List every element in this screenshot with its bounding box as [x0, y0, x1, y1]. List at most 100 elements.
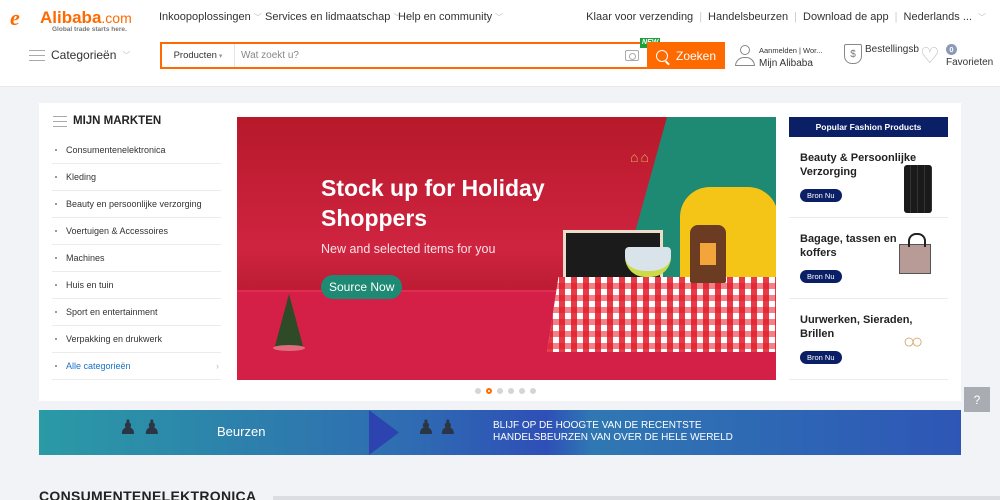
handbag-image — [899, 233, 931, 274]
market-item[interactable]: Consumentenelektronica — [52, 137, 221, 164]
fashion-item[interactable]: Bagage, tassen en koffers Bron Nu — [789, 218, 948, 299]
market-item[interactable]: Kleding — [52, 164, 221, 191]
market-item[interactable]: Verpakking en drukwerk — [52, 326, 221, 353]
chevron-right-icon — [369, 410, 399, 455]
market-label: Voertuigen & Accessoires — [66, 226, 169, 236]
bron-nu-button[interactable]: Bron Nu — [800, 189, 842, 202]
carousel-dots — [475, 388, 536, 394]
feedback-icon: ? — [973, 392, 981, 407]
carousel-dot[interactable] — [475, 388, 481, 394]
source-now-button[interactable]: Source Now — [321, 275, 403, 299]
popular-fashion-panel: Popular Fashion Products Beauty & Persoo… — [789, 117, 948, 380]
signin-link[interactable]: Aanmelden | Wor... — [759, 46, 823, 55]
market-item[interactable]: Huis en tuin — [52, 272, 221, 299]
christmas-tree-image — [275, 294, 303, 346]
search-icon — [655, 49, 668, 62]
section-divider — [273, 496, 1000, 500]
nav-label: Services en lidmaatschap — [265, 11, 391, 23]
carousel-dot-active[interactable] — [486, 388, 492, 394]
camera-icon[interactable] — [625, 50, 639, 61]
account-menu[interactable]: Aanmelden | Wor... Mijn Alibaba — [735, 45, 823, 69]
heart-icon[interactable]: ♡ — [920, 45, 940, 67]
people-illustration: ♟♟ — [119, 417, 167, 439]
link-ready-to-ship[interactable]: Klaar voor verzending — [586, 11, 693, 23]
banner-title-line: Stock up for Holiday — [321, 175, 545, 201]
logo-brand-name: Alibaba — [40, 8, 102, 27]
earrings-image: ○○ — [903, 331, 923, 353]
nav-label: Help en community — [398, 11, 493, 23]
fashion-item[interactable]: Beauty & Persoonlijke Verzorging Bron Nu — [789, 137, 948, 218]
order-protection-icon: $ — [844, 44, 862, 64]
logo-brand: Alibaba.com — [40, 9, 132, 27]
chevron-right-icon: › — [216, 361, 219, 371]
fashion-item[interactable]: Uurwerken, Sieraden, Brillen Bron Nu ○○ — [789, 299, 948, 380]
my-alibaba-link[interactable]: Mijn Alibaba — [759, 58, 823, 69]
key-holder-image: ⌂⌂ — [630, 149, 651, 165]
orders-link[interactable]: $ Bestellingsb — [844, 44, 919, 64]
tree-base — [273, 345, 305, 351]
market-item[interactable]: Voertuigen & Accessoires — [52, 218, 221, 245]
hero-banner[interactable]: ⌂⌂ Stock up for Holiday Shoppers New and… — [237, 117, 776, 380]
chevron-down-icon: ﹀ — [495, 13, 504, 22]
market-item[interactable]: Sport en entertainment — [52, 299, 221, 326]
banner-subtitle: New and selected items for you — [321, 242, 496, 256]
search-button[interactable]: Zoeken — [647, 42, 725, 69]
search-type-dropdown[interactable]: Producten ▾ — [162, 44, 235, 67]
alibaba-logo[interactable]: e Alibaba.com Global trade starts here. — [10, 7, 140, 34]
link-download-app[interactable]: Download de app — [803, 11, 889, 23]
link-trade-shows[interactable]: Handelsbeurzen — [708, 11, 788, 23]
top-right-links: Klaar voor verzending | Handelsbeurzen |… — [586, 11, 986, 23]
market-label: Kleding — [66, 172, 97, 182]
search-input[interactable] — [235, 44, 625, 67]
section-title: CONSUMENTENELEKTRONICA — [39, 488, 257, 500]
header: e Alibaba.com Global trade starts here. … — [0, 0, 1000, 87]
language-selector[interactable]: Nederlands ... ﹀ — [904, 11, 986, 23]
search-bar: Producten ▾ — [160, 42, 647, 69]
market-label: Sport en entertainment — [66, 307, 158, 317]
trade-shows-message: BLIJF OP DE HOOGTE VAN DE RECENTSTE HAND… — [493, 420, 733, 444]
orders-label: Bestellingsb — [865, 44, 919, 55]
feedback-button[interactable]: ? — [964, 387, 990, 412]
markets-list: Consumentenelektronica Kleding Beauty en… — [52, 137, 221, 380]
markets-title: MIJN MARKTEN — [53, 115, 161, 127]
carousel-dot[interactable] — [497, 388, 503, 394]
divider: | — [894, 11, 898, 23]
search-button-label: Zoeken — [675, 48, 717, 63]
market-item[interactable]: Machines — [52, 245, 221, 272]
search-type-label: Producten — [173, 50, 217, 61]
language-label: Nederlands ... — [903, 11, 972, 23]
categories-label: Categorieën — [51, 48, 117, 62]
categories-menu[interactable]: Categorieën ﹀ — [29, 48, 130, 62]
logo-domain: .com — [101, 10, 132, 26]
trade-shows-banner[interactable]: ♟♟ Beurzen ♟♟ BLIJF OP DE HOOGTE VAN DE … — [39, 410, 961, 455]
nav-label: Inkoopoplossingen — [159, 11, 251, 23]
nav-help[interactable]: Help en community ﹀ — [398, 11, 503, 23]
main-panel: MIJN MARKTEN Consumentenelektronica Kled… — [39, 103, 961, 401]
carousel-dot[interactable] — [508, 388, 514, 394]
nav-inkoopoplossingen[interactable]: Inkoopoplossingen ﹀ — [159, 11, 262, 23]
markets-title-label: MIJN MARKTEN — [73, 115, 162, 127]
carousel-dot[interactable] — [530, 388, 536, 394]
user-icon — [735, 45, 755, 67]
logo-tagline: Global trade starts here. — [52, 26, 127, 33]
message-line: BLIJF OP DE HOOGTE VAN DE RECENTSTE — [493, 420, 702, 431]
bron-nu-button[interactable]: Bron Nu — [800, 351, 842, 364]
favorites-link[interactable]: Favorieten — [946, 57, 993, 68]
all-categories-link[interactable]: Alle categorieën › — [52, 353, 221, 380]
divider: | — [794, 11, 798, 23]
carousel-dot[interactable] — [519, 388, 525, 394]
market-item[interactable]: Beauty en persoonlijke verzorging — [52, 191, 221, 218]
trade-shows-label: Beurzen — [217, 424, 266, 439]
banner-title-line: Shoppers — [321, 205, 428, 231]
market-label: Verpakking en drukwerk — [66, 334, 163, 344]
booth-illustration: ♟♟ — [417, 417, 461, 439]
chevron-down-icon: ﹀ — [122, 50, 131, 60]
chevron-down-icon: ﹀ — [253, 13, 262, 22]
nav-services[interactable]: Services en lidmaatschap ﹀ — [265, 11, 401, 23]
bron-nu-button[interactable]: Bron Nu — [800, 270, 842, 283]
hamburger-icon — [29, 49, 45, 61]
lantern-image — [690, 225, 726, 283]
checkered-table-image — [547, 277, 776, 352]
all-categories-label: Alle categorieën — [66, 361, 131, 371]
list-icon — [53, 115, 67, 127]
